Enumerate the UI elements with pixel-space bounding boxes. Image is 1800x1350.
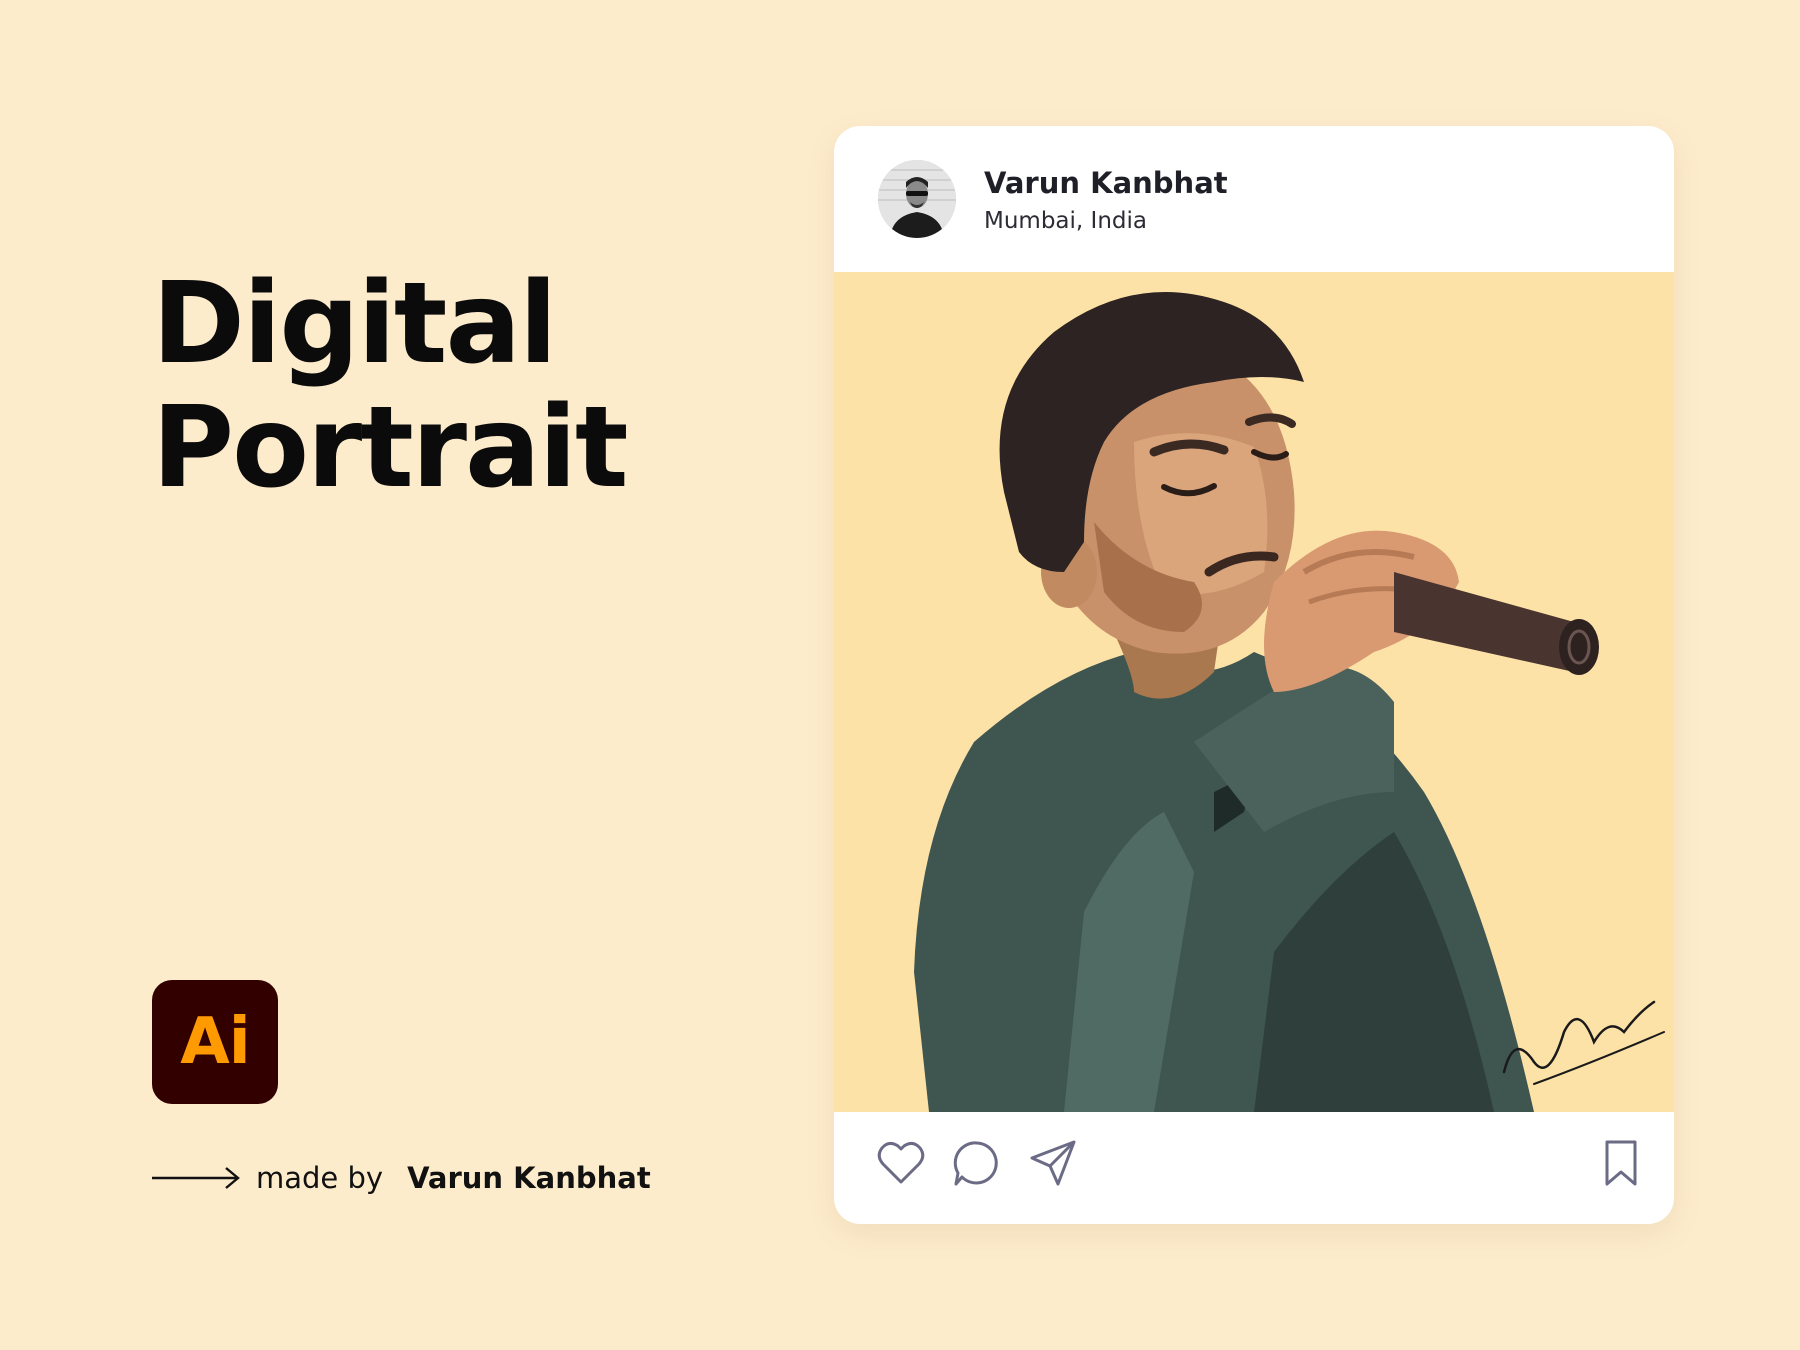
credit-line: made by Varun Kanbhat [152, 1160, 651, 1196]
headline-line-1: Digital [152, 259, 557, 389]
credit-author: Varun Kanbhat [407, 1161, 651, 1195]
send-icon[interactable] [1026, 1136, 1080, 1190]
avatar[interactable] [878, 160, 956, 238]
comment-icon[interactable] [950, 1136, 1004, 1190]
post-user-name[interactable]: Varun Kanbhat [984, 166, 1228, 200]
post-image [834, 272, 1674, 1112]
bookmark-icon[interactable] [1594, 1136, 1648, 1190]
illustrator-logo: Ai [152, 980, 278, 1104]
headline-line-2: Portrait [152, 383, 629, 513]
instagram-post-card: Varun Kanbhat Mumbai, India [834, 126, 1674, 1224]
post-location[interactable]: Mumbai, India [984, 208, 1147, 234]
illustrator-logo-text: Ai [180, 1005, 250, 1079]
post-actions [834, 1112, 1674, 1224]
headline: Digital Portrait [152, 259, 629, 513]
post-header: Varun Kanbhat Mumbai, India [834, 126, 1674, 272]
portrait-illustration [834, 272, 1674, 1112]
arrow-right-icon [152, 1167, 240, 1189]
credit-prefix: made by [256, 1161, 384, 1195]
avatar-photo [878, 160, 956, 238]
heart-icon[interactable] [874, 1136, 928, 1190]
